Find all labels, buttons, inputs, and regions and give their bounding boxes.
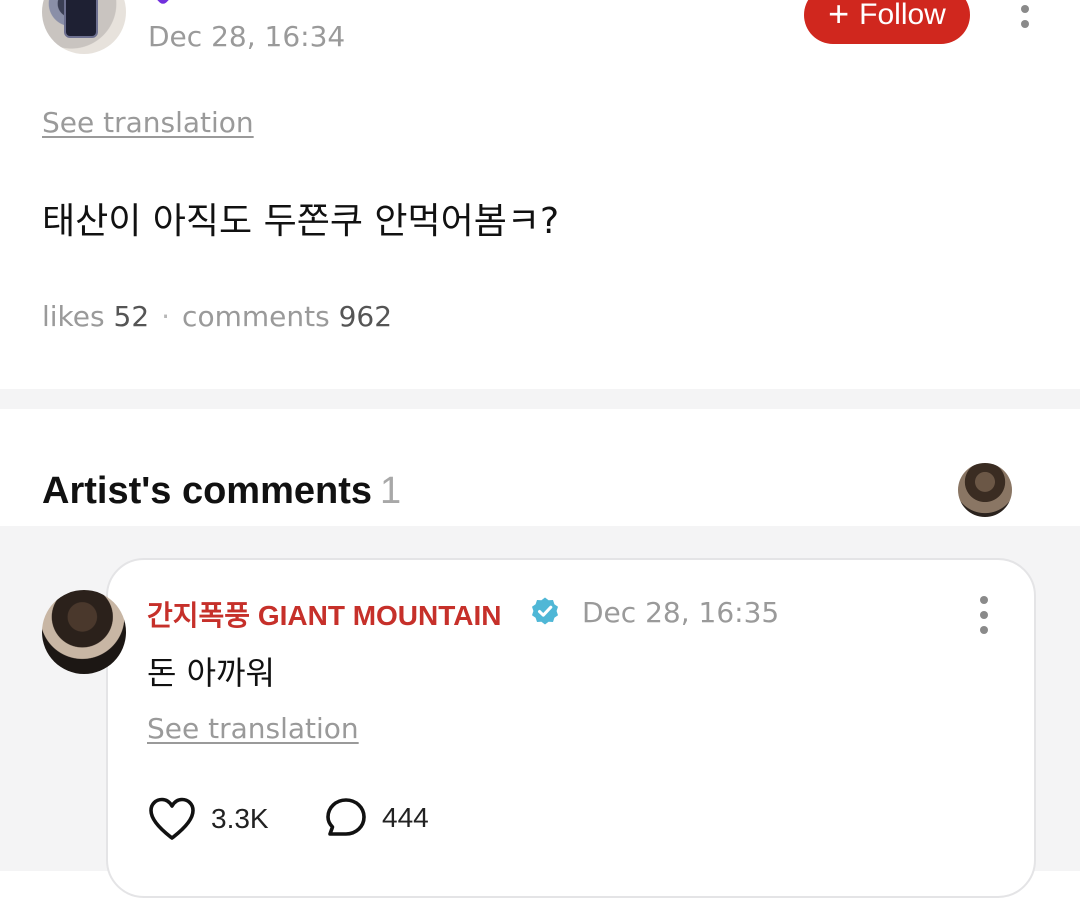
comments-label[interactable]: comments: [182, 300, 330, 333]
post-author-name[interactable]: [148, 0, 178, 8]
post-timestamp: Dec 28, 16:34: [148, 20, 346, 53]
likes-label: likes: [42, 300, 105, 333]
plus-icon: +: [828, 0, 850, 34]
artist-avatar-small[interactable]: [958, 463, 1012, 517]
post-author-avatar[interactable]: [42, 0, 126, 54]
artist-comments-title: Artist's comments 1: [42, 470, 401, 513]
comment-timestamp: Dec 28, 16:35: [582, 596, 780, 629]
post-more-menu-icon[interactable]: [1013, 0, 1037, 28]
artist-comments-title-text: Artist's comments: [42, 470, 373, 512]
heart-icon: [149, 797, 195, 840]
follow-label: Follow: [859, 0, 946, 31]
commenter-avatar[interactable]: [42, 590, 126, 674]
post-text: 태산이 아직도 두쫀쿠 안먹어봄ㅋ?: [42, 201, 560, 242]
comment-more-menu-icon[interactable]: [972, 596, 996, 634]
section-divider: [0, 389, 1080, 409]
stats-separator: ·: [161, 300, 171, 333]
membership-badge-icon: [148, 0, 178, 6]
comments-count[interactable]: 962: [339, 300, 392, 333]
comment-reply-button[interactable]: 444: [324, 796, 429, 840]
comment-see-translation-link[interactable]: See translation: [147, 712, 359, 745]
comment-like-button[interactable]: 3.3K: [147, 796, 269, 842]
comment-reply-count: 444: [382, 802, 429, 833]
likes-count: 52: [113, 300, 150, 333]
comment-text: 돈 아까워: [147, 654, 275, 692]
follow-button[interactable]: + Follow: [804, 0, 970, 44]
comment-bubble-icon: [326, 798, 366, 836]
artist-comments-count: 1: [380, 470, 402, 512]
comment-like-count: 3.3K: [211, 803, 269, 834]
post-see-translation-link[interactable]: See translation: [42, 106, 254, 139]
verified-badge-icon: [532, 597, 558, 625]
comment-author-name[interactable]: 간지폭풍 GIANT MOUNTAIN: [147, 594, 502, 634]
post-stats: likes 52 · comments 962: [42, 300, 392, 333]
